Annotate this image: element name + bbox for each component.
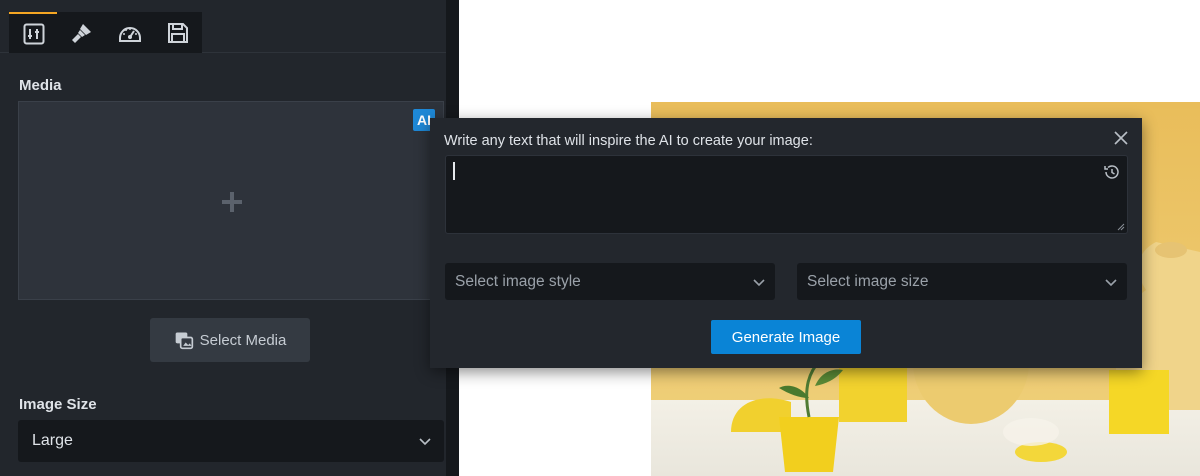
ai-image-size-placeholder: Select image size [807, 272, 929, 290]
history-icon[interactable] [1103, 163, 1121, 181]
chevron-down-icon [419, 438, 431, 446]
panel-tabs [0, 0, 446, 53]
settings-sliders-icon [23, 23, 44, 44]
ai-image-size-select[interactable]: Select image size [797, 263, 1127, 300]
media-label: Media [19, 77, 62, 94]
ai-image-popup: Write any text that will inspire the AI … [430, 118, 1142, 368]
tab-style[interactable] [57, 12, 106, 53]
image-size-select[interactable]: Large [18, 420, 444, 462]
plus-icon [222, 192, 242, 212]
tab-content[interactable] [9, 12, 58, 53]
image-style-placeholder: Select image style [455, 272, 581, 290]
media-dropzone[interactable] [18, 101, 444, 300]
generate-image-button[interactable]: Generate Image [711, 320, 861, 354]
close-icon[interactable] [1113, 130, 1129, 146]
resize-grip-icon[interactable] [1117, 223, 1125, 231]
select-media-label: Select Media [199, 331, 287, 349]
select-media-button[interactable]: Select Media [150, 318, 310, 362]
ai-prompt-textarea[interactable] [445, 155, 1128, 234]
image-size-value: Large [32, 432, 73, 449]
save-floppy-icon [167, 22, 188, 43]
tab-advanced[interactable] [105, 12, 154, 53]
image-style-select[interactable]: Select image style [445, 263, 775, 300]
text-caret [453, 162, 455, 180]
gauge-icon [118, 26, 141, 42]
chevron-down-icon [1105, 279, 1117, 287]
settings-panel: Media Select Media Image Size Large [0, 0, 446, 476]
ai-popup-title: Write any text that will inspire the AI … [444, 133, 813, 149]
chevron-down-icon [753, 279, 765, 287]
image-size-label: Image Size [19, 396, 97, 413]
tab-save[interactable] [153, 12, 202, 53]
media-library-icon [175, 332, 193, 350]
paintbrush-icon [71, 23, 91, 43]
